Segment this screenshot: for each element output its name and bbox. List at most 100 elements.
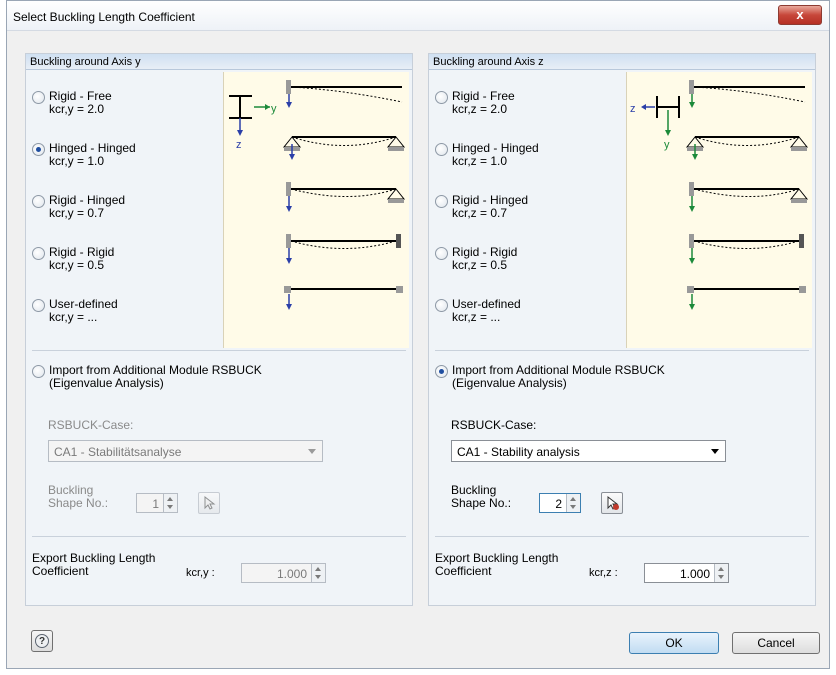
cross-section-icon-z — [641, 96, 680, 136]
shape-no-value-z: 2 — [555, 497, 562, 511]
radio-user-defined-y[interactable] — [32, 299, 45, 312]
radio-rigid-hinged-z[interactable] — [435, 195, 448, 208]
radio-import-rsbuck-z[interactable] — [435, 365, 448, 378]
spinner-arrows-icon[interactable] — [163, 494, 177, 512]
option-import-rsbuck-z[interactable]: Import from Additional Module RSBUCK (Eig… — [435, 364, 665, 390]
radio-user-defined-z[interactable] — [435, 299, 448, 312]
separator-1-z — [435, 350, 809, 351]
rsbuck-case-dropdown-y[interactable]: CA1 - Stabilitätsanalyse — [48, 440, 323, 462]
label-user-defined-z: User-defined — [452, 297, 521, 311]
beam-rigid-free-z — [689, 80, 806, 108]
beam-hinged-hinged-y — [282, 136, 406, 160]
shape-no-spinner-y[interactable]: 1 — [136, 493, 178, 513]
help-button[interactable]: ? — [31, 630, 53, 652]
shape-label-line2-y: Shape No.: — [48, 496, 109, 510]
radio-rigid-hinged-y[interactable] — [32, 195, 45, 208]
buckling-diagram-svg-y: y z — [229, 80, 406, 310]
radio-import-rsbuck-y[interactable] — [32, 365, 45, 378]
ok-button[interactable]: OK — [629, 632, 719, 654]
kcr-rigid-rigid-z: kcr,z = 0.5 — [452, 258, 508, 272]
title-bar: Select Buckling Length Coefficient x — [7, 1, 829, 31]
radio-rigid-free-z[interactable] — [435, 91, 448, 104]
kcr-rigid-free-y: kcr,y = 2.0 — [49, 102, 105, 116]
pointer-pick-icon — [607, 495, 619, 510]
beam-user-defined-y — [284, 286, 403, 310]
kcr-user-defined-y: kcr,y = ... — [49, 310, 98, 324]
pick-shape-button-z[interactable] — [601, 492, 623, 514]
rsbuck-case-value-z: CA1 - Stability analysis — [457, 445, 580, 459]
label-user-defined-y: User-defined — [49, 297, 118, 311]
export-label-line2-y: Coefficient — [32, 564, 89, 578]
axis-label-z: z — [630, 103, 636, 115]
rsbuck-case-label-z: RSBUCK-Case: — [451, 418, 537, 432]
buckling-diagram-y: y z — [223, 72, 409, 348]
export-kcr-value-y: 1.000 — [276, 567, 307, 581]
separator-2-y — [32, 536, 406, 537]
export-label-y: Export Buckling Length Coefficient — [32, 552, 155, 578]
rsbuck-case-dropdown-z[interactable]: CA1 - Stability analysis — [451, 440, 726, 462]
spinner-arrows-icon[interactable] — [311, 564, 325, 582]
axis-label-y: y — [664, 139, 670, 151]
option-user-defined-z[interactable]: User-defined kcr,z = ... — [435, 298, 521, 324]
separator-2-z — [435, 536, 809, 537]
radio-rigid-free-y[interactable] — [32, 91, 45, 104]
pointer-pick-icon — [204, 495, 216, 510]
radio-hinged-hinged-z[interactable] — [435, 143, 448, 156]
label-rigid-hinged-y: Rigid - Hinged — [49, 193, 126, 207]
axis-label-z: z — [236, 139, 242, 151]
shape-label-y: Buckling Shape No.: — [48, 484, 108, 510]
close-button[interactable]: x — [778, 5, 822, 25]
option-rigid-rigid-z[interactable]: Rigid - Rigid kcr,z = 0.5 — [435, 246, 517, 272]
label-eigen-z: (Eigenvalue Analysis) — [452, 376, 567, 390]
kcr-hinged-hinged-z: kcr,z = 1.0 — [452, 154, 508, 168]
option-rigid-free-z[interactable]: Rigid - Free kcr,z = 2.0 — [435, 90, 515, 116]
label-rigid-free-y: Rigid - Free — [49, 89, 112, 103]
shape-label-line1-y: Buckling — [48, 483, 94, 497]
kcr-rigid-hinged-y: kcr,y = 0.7 — [49, 206, 105, 220]
shape-no-value-y: 1 — [152, 497, 159, 511]
axis-label-y: y — [271, 103, 277, 115]
option-hinged-hinged-y[interactable]: Hinged - Hinged kcr,y = 1.0 — [32, 142, 136, 168]
question-mark-icon: ? — [35, 634, 49, 648]
label-rigid-rigid-y: Rigid - Rigid — [49, 245, 115, 259]
beam-rigid-free-y — [286, 80, 403, 108]
beam-hinged-hinged-z — [685, 136, 809, 160]
kcr-rigid-hinged-z: kcr,z = 0.7 — [452, 206, 508, 220]
cancel-button[interactable]: Cancel — [732, 632, 820, 654]
export-kcr-spinner-y[interactable]: 1.000 — [241, 563, 326, 583]
export-label-line1-z: Export Buckling Length — [435, 551, 559, 565]
label-import-y: Import from Additional Module RSBUCK — [49, 363, 262, 377]
shape-label-line2-z: Shape No.: — [451, 496, 512, 510]
option-rigid-free-y[interactable]: Rigid - Free kcr,y = 2.0 — [32, 90, 112, 116]
kcr-user-defined-z: kcr,z = ... — [452, 310, 501, 324]
option-rigid-hinged-z[interactable]: Rigid - Hinged kcr,z = 0.7 — [435, 194, 528, 220]
pick-shape-button-y[interactable] — [198, 492, 220, 514]
chevron-down-icon — [711, 449, 719, 454]
beam-rigid-rigid-z — [689, 234, 804, 264]
option-import-rsbuck-y[interactable]: Import from Additional Module RSBUCK (Eig… — [32, 364, 262, 390]
panel-axis-z: Buckling around Axis z Rigid - Free kcr,z… — [428, 53, 816, 606]
label-rigid-rigid-z: Rigid - Rigid — [452, 245, 518, 259]
separator-1-y — [32, 350, 406, 351]
beam-rigid-rigid-y — [286, 234, 401, 264]
label-hinged-hinged-y: Hinged - Hinged — [49, 141, 136, 155]
beam-user-defined-z — [687, 286, 806, 310]
export-kcr-spinner-z[interactable]: 1.000 — [644, 563, 729, 583]
export-kcr-value-z: 1.000 — [679, 567, 710, 581]
label-import-z: Import from Additional Module RSBUCK — [452, 363, 665, 377]
option-user-defined-y[interactable]: User-defined kcr,y = ... — [32, 298, 118, 324]
rsbuck-case-label-y: RSBUCK-Case: — [48, 418, 134, 432]
radio-hinged-hinged-y[interactable] — [32, 143, 45, 156]
cross-section-icon-y — [229, 95, 270, 136]
option-rigid-rigid-y[interactable]: Rigid - Rigid kcr,y = 0.5 — [32, 246, 114, 272]
spinner-arrows-icon[interactable] — [566, 494, 580, 512]
option-hinged-hinged-z[interactable]: Hinged - Hinged kcr,z = 1.0 — [435, 142, 539, 168]
option-rigid-hinged-y[interactable]: Rigid - Hinged kcr,y = 0.7 — [32, 194, 125, 220]
spinner-arrows-icon[interactable] — [714, 564, 728, 582]
export-label-line1-y: Export Buckling Length — [32, 551, 156, 565]
shape-no-spinner-z[interactable]: 2 — [539, 493, 581, 513]
radio-rigid-rigid-z[interactable] — [435, 247, 448, 260]
radio-rigid-rigid-y[interactable] — [32, 247, 45, 260]
shape-label-z: Buckling Shape No.: — [451, 484, 511, 510]
export-kcr-symbol-z: kcr,z : — [589, 567, 618, 579]
